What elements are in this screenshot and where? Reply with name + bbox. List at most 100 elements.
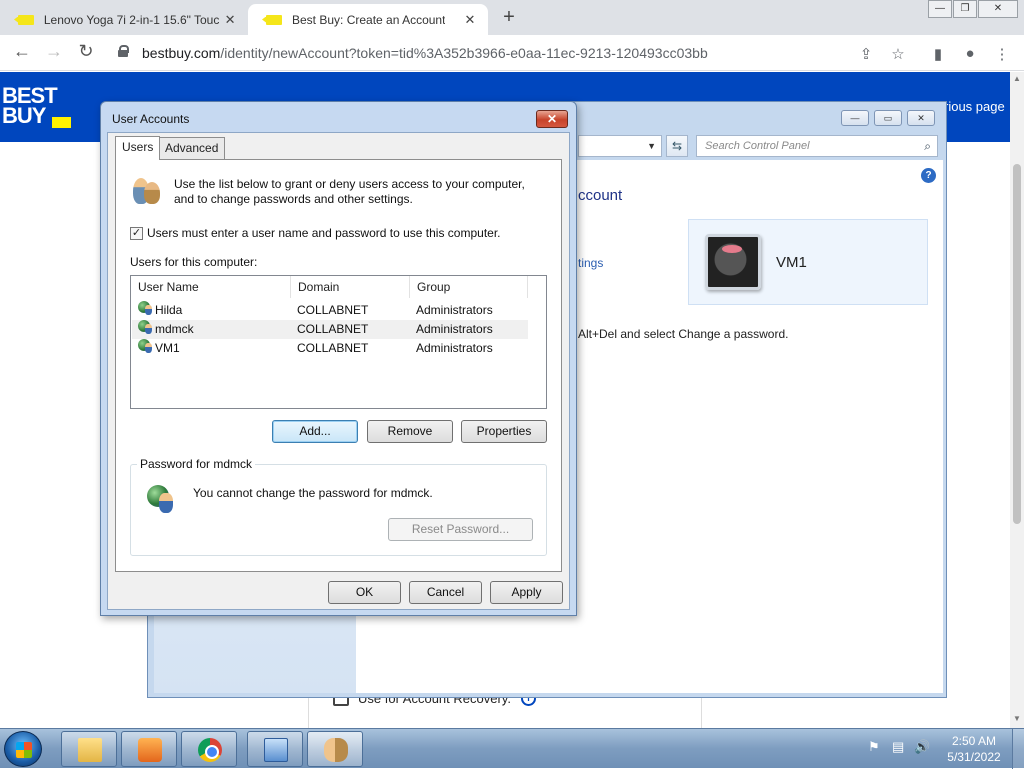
browser-tab-bar: Lenovo Yoga 7i 2-in-1 15.6" Touc ✕ Best … xyxy=(0,0,1024,35)
taskbar-clock[interactable]: 2:50 AM 5/31/2022 xyxy=(944,733,1004,765)
password-info-text: You cannot change the password for mdmck… xyxy=(193,486,433,500)
cp-minimize-button[interactable]: — xyxy=(841,110,869,126)
forward-button[interactable]: → xyxy=(42,41,66,62)
reset-password-button[interactable]: Reset Password... xyxy=(388,518,533,541)
url-field[interactable]: bestbuy.com/identity/newAccount?token=ti… xyxy=(110,39,918,67)
tab-advanced[interactable]: Advanced xyxy=(158,137,226,159)
domain-cell: COLLABNET xyxy=(297,341,369,355)
dialog-title: User Accounts xyxy=(112,112,190,126)
cp-close-button[interactable]: ✕ xyxy=(907,110,935,126)
bestbuy-logo[interactable]: BEST BUY xyxy=(2,85,58,127)
password-group: Password for mdmck You cannot change the… xyxy=(130,457,547,556)
restore-button[interactable]: ❐ xyxy=(953,0,977,18)
taskbar-control-panel[interactable] xyxy=(247,731,303,767)
group-cell: Administrators xyxy=(416,322,493,336)
users-icon xyxy=(324,738,348,762)
menu-kebab-icon[interactable]: ⋮ xyxy=(992,45,1012,63)
help-icon[interactable]: ? xyxy=(921,168,936,183)
chrome-icon xyxy=(198,738,222,762)
url-text: bestbuy.com/identity/newAccount?token=ti… xyxy=(142,45,708,61)
action-center-flag-icon[interactable]: ⚑ xyxy=(868,739,880,755)
start-button[interactable] xyxy=(4,731,42,767)
user-picture-icon xyxy=(705,234,761,290)
domain-cell: COLLABNET xyxy=(297,322,369,336)
search-icon[interactable]: ⌕ xyxy=(924,136,931,156)
cp-user-name: VM1 xyxy=(776,254,807,271)
column-header-filler xyxy=(528,276,546,298)
column-header-username[interactable]: User Name xyxy=(131,276,291,298)
apply-button[interactable]: Apply xyxy=(490,581,563,604)
intro-text: Use the list below to grant or deny user… xyxy=(174,177,525,206)
properties-button[interactable]: Properties xyxy=(461,420,547,443)
dialog-close-button[interactable]: ✕ xyxy=(536,110,568,128)
cp-maximize-button[interactable]: ▭ xyxy=(874,110,902,126)
media-player-icon xyxy=(138,738,162,762)
users-icon xyxy=(130,174,162,206)
folder-icon xyxy=(78,738,102,762)
user-globe-icon xyxy=(147,485,177,515)
clock-time: 2:50 AM xyxy=(951,734,997,748)
taskbar-explorer[interactable] xyxy=(61,731,117,767)
cp-heading: ccount xyxy=(578,187,623,204)
bestbuy-tag-icon xyxy=(18,14,34,25)
network-icon[interactable]: ▤ xyxy=(892,739,904,755)
previous-page-link[interactable]: rious page xyxy=(944,99,1005,114)
dialog-body: Users Advanced Use the list below to gra… xyxy=(107,132,570,610)
table-row[interactable]: Hilda COLLABNET Administrators xyxy=(132,301,528,320)
taskbar: ⚑ ▤ 🔊 2:50 AM 5/31/2022 xyxy=(0,728,1024,769)
profile-icon[interactable]: ● xyxy=(960,45,980,62)
taskbar-user-accounts[interactable] xyxy=(307,731,363,767)
tab-title: Best Buy: Create an Account xyxy=(292,12,446,27)
cp-settings-link[interactable]: tings xyxy=(578,256,603,270)
cp-search-input[interactable]: Search Control Panel ⌕ xyxy=(696,135,938,157)
volume-icon[interactable]: 🔊 xyxy=(914,739,930,755)
group-cell: Administrators xyxy=(416,303,493,317)
taskbar-media-player[interactable] xyxy=(121,731,177,767)
users-list[interactable]: User Name Domain Group Hilda COLLABNET A… xyxy=(130,275,547,409)
require-login-checkbox[interactable]: ✓ xyxy=(130,227,143,240)
user-name-cell: Hilda xyxy=(155,303,183,317)
user-icon xyxy=(138,339,153,353)
page-scrollbar[interactable]: ▲ ▼ xyxy=(1010,72,1024,728)
close-icon[interactable]: ✕ xyxy=(462,12,478,28)
scroll-up-icon[interactable]: ▲ xyxy=(1013,74,1021,83)
user-icon xyxy=(138,301,153,315)
back-button[interactable]: ← xyxy=(10,41,34,62)
refresh-icon[interactable]: ⇆ xyxy=(666,135,688,157)
lock-icon[interactable] xyxy=(118,45,129,57)
column-header-domain[interactable]: Domain xyxy=(291,276,410,298)
minimize-button[interactable]: — xyxy=(928,0,952,18)
column-header-group[interactable]: Group xyxy=(410,276,528,298)
tab-create-account[interactable]: Best Buy: Create an Account ✕ xyxy=(248,4,488,35)
scroll-thumb[interactable] xyxy=(1013,164,1021,524)
reload-button[interactable]: ↻ xyxy=(74,41,98,62)
password-group-title: Password for mdmck xyxy=(137,457,256,471)
remove-user-button[interactable]: Remove xyxy=(367,420,453,443)
table-row[interactable]: VM1 COLLABNET Administrators xyxy=(132,339,528,358)
user-name-cell: mdmck xyxy=(155,322,194,336)
user-name-cell: VM1 xyxy=(155,341,180,355)
domain-cell: COLLABNET xyxy=(297,303,369,317)
add-user-button[interactable]: Add... xyxy=(272,420,358,443)
tab-users[interactable]: Users xyxy=(115,136,161,160)
users-list-label: Users for this computer: xyxy=(130,255,258,269)
share-icon[interactable]: ⇪ xyxy=(856,45,876,63)
require-login-label[interactable]: Users must enter a user name and passwor… xyxy=(147,226,501,240)
scroll-down-icon[interactable]: ▼ xyxy=(1013,714,1021,723)
table-row[interactable]: mdmck COLLABNET Administrators xyxy=(132,320,528,339)
taskbar-chrome[interactable] xyxy=(181,731,237,767)
cancel-button[interactable]: Cancel xyxy=(409,581,482,604)
side-panel-icon[interactable]: ▮ xyxy=(928,45,948,63)
cp-change-password-text: Alt+Del and select Change a password. xyxy=(578,327,789,341)
ok-button[interactable]: OK xyxy=(328,581,401,604)
control-panel-icon xyxy=(264,738,288,762)
user-icon xyxy=(138,320,153,334)
show-desktop-button[interactable] xyxy=(1012,729,1024,769)
tab-lenovo[interactable]: Lenovo Yoga 7i 2-in-1 15.6" Touc ✕ xyxy=(0,4,248,35)
new-tab-button[interactable]: + xyxy=(499,6,519,29)
address-bar-row: ← → ↻ bestbuy.com/identity/newAccount?to… xyxy=(0,35,1024,71)
bookmark-star-icon[interactable]: ☆ xyxy=(888,45,908,63)
close-window-button[interactable]: ✕ xyxy=(978,0,1018,18)
users-tab-panel: Use the list below to grant or deny user… xyxy=(115,159,562,572)
close-icon[interactable]: ✕ xyxy=(222,12,238,28)
